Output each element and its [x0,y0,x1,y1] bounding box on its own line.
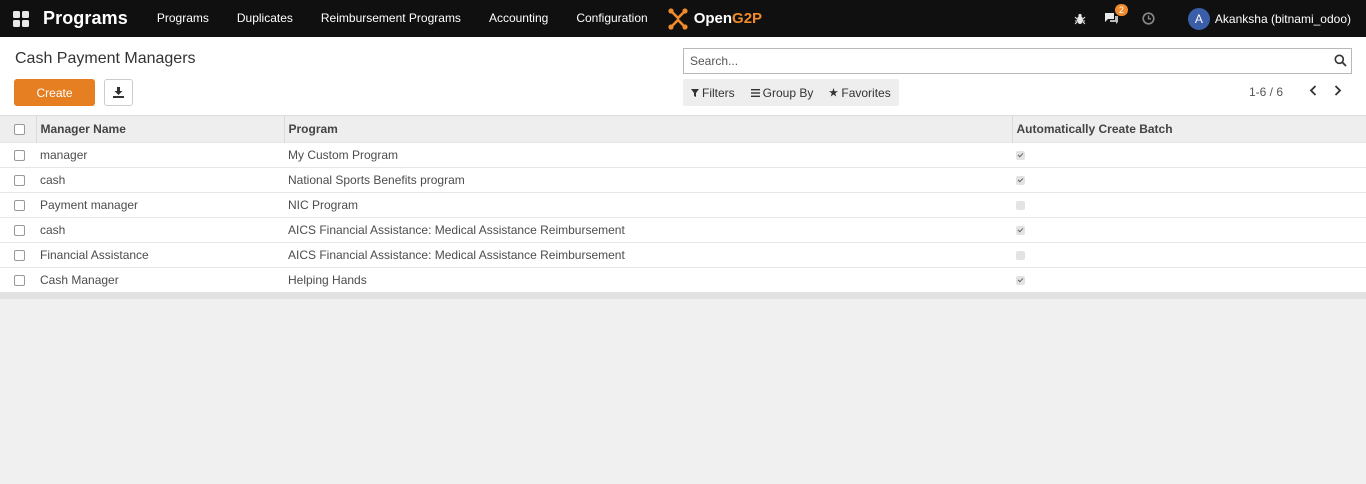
favorites-label: Favorites [841,85,891,100]
navbar-systray: 2 A Akanksha (bitnami_odoo) [1065,0,1366,37]
column-header-program[interactable]: Program [284,116,1013,142]
chevron-left-icon [1309,84,1317,96]
row-checkbox[interactable] [14,149,25,161]
user-menu[interactable]: Akanksha (bitnami_odoo) [1215,12,1351,26]
search-icon[interactable] [1334,54,1347,67]
bug-icon[interactable] [1074,13,1086,25]
row-checkbox[interactable] [14,224,25,236]
menu-item-programs[interactable]: Programs [143,0,223,37]
cell-auto-create-batch [1012,167,1366,192]
filters-label: Filters [702,85,735,100]
cell-manager-name[interactable]: manager [36,142,284,167]
chat-icon[interactable]: 2 [1104,4,1128,25]
column-header-manager-name[interactable]: Manager Name [36,116,285,142]
pager-value[interactable]: 1-6 / 6 [1249,85,1283,99]
table-row[interactable]: Payment manager NIC Program [0,192,1366,217]
clock-icon[interactable] [1142,12,1155,25]
cell-auto-create-batch [1012,217,1366,242]
groupby-label: Group By [762,85,814,100]
cell-program[interactable]: AICS Financial Assistance: Medical Assis… [284,217,1012,242]
openg2p-logo: OpenG2P [666,7,762,31]
download-icon [113,87,124,98]
menu-item-configuration[interactable]: Configuration [562,0,661,37]
table-row[interactable]: manager My Custom Program [0,142,1366,167]
payment-managers-table: Manager Name Program Automatically Creat… [0,116,1366,292]
openg2p-logo-mark [668,7,688,30]
auto-batch-checkbox [1016,250,1025,260]
cell-manager-name[interactable]: Payment manager [36,192,284,217]
cell-manager-name[interactable]: Financial Assistance [36,242,284,267]
app-title[interactable]: Programs [43,8,128,29]
chat-badge: 2 [1114,4,1128,16]
cell-manager-name[interactable]: cash [36,167,284,192]
cell-auto-create-batch [1012,267,1366,292]
star-icon [829,88,839,97]
user-avatar[interactable]: A [1187,7,1210,30]
auto-batch-checkbox [1016,175,1025,185]
pager-next-button[interactable] [1331,83,1345,97]
menu-item-accounting[interactable]: Accounting [475,0,562,37]
column-header-auto-create-batch[interactable]: Automatically Create Batch [1012,116,1366,142]
select-all-cell [0,116,37,142]
list-icon [750,88,760,97]
row-checkbox[interactable] [14,199,25,211]
row-checkbox[interactable] [14,249,25,261]
groupby-button[interactable]: Group By [743,86,822,100]
search-options: Filters Group By Favorites [683,79,899,106]
table-row[interactable]: Cash Manager Helping Hands [0,267,1366,292]
menu-item-reimbursement-programs[interactable]: Reimbursement Programs [307,0,475,37]
cell-auto-create-batch [1012,242,1366,267]
top-navbar: Programs Programs Duplicates Reimburseme… [0,0,1366,37]
select-all-checkbox[interactable] [14,124,25,136]
table-row[interactable]: Financial Assistance AICS Financial Assi… [0,242,1366,267]
main-menu: Programs Duplicates Reimbursement Progra… [143,0,662,37]
cell-program[interactable]: NIC Program [284,192,1012,217]
menu-item-duplicates[interactable]: Duplicates [223,0,307,37]
page-title: Cash Payment Managers [15,50,196,67]
row-checkbox[interactable] [14,174,25,186]
create-button[interactable]: Create [14,79,95,106]
cell-program[interactable]: National Sports Benefits program [284,167,1012,192]
control-panel: Cash Payment Managers Create Filters Gro… [0,37,1366,116]
cell-program[interactable]: My Custom Program [284,142,1012,167]
logo-text: OpenG2P [693,10,763,27]
filters-button[interactable]: Filters [683,86,743,100]
table-row[interactable]: cash AICS Financial Assistance: Medical … [0,217,1366,242]
filter-icon [691,88,699,97]
table-header-row: Manager Name Program Automatically Creat… [0,116,1366,142]
pager-previous-button[interactable] [1306,83,1320,97]
cell-auto-create-batch [1012,192,1366,217]
row-checkbox[interactable] [14,275,25,287]
cell-manager-name[interactable]: Cash Manager [36,267,284,292]
search-box [683,48,1352,74]
auto-batch-checkbox [1016,150,1025,160]
auto-batch-checkbox [1016,200,1025,210]
table-footer [0,292,1366,299]
cell-program[interactable]: Helping Hands [284,267,1012,292]
cell-program[interactable]: AICS Financial Assistance: Medical Assis… [284,242,1012,267]
search-input[interactable] [684,49,1314,73]
export-button[interactable] [104,79,133,106]
cell-auto-create-batch [1012,142,1366,167]
apps-grid-icon[interactable] [13,10,29,27]
auto-batch-checkbox [1016,225,1025,235]
auto-batch-checkbox [1016,276,1025,286]
table-row[interactable]: cash National Sports Benefits program [0,167,1366,192]
list-view: Manager Name Program Automatically Creat… [0,116,1366,299]
chevron-right-icon [1334,84,1342,96]
favorites-button[interactable]: Favorites [821,86,898,100]
cell-manager-name[interactable]: cash [36,217,284,242]
